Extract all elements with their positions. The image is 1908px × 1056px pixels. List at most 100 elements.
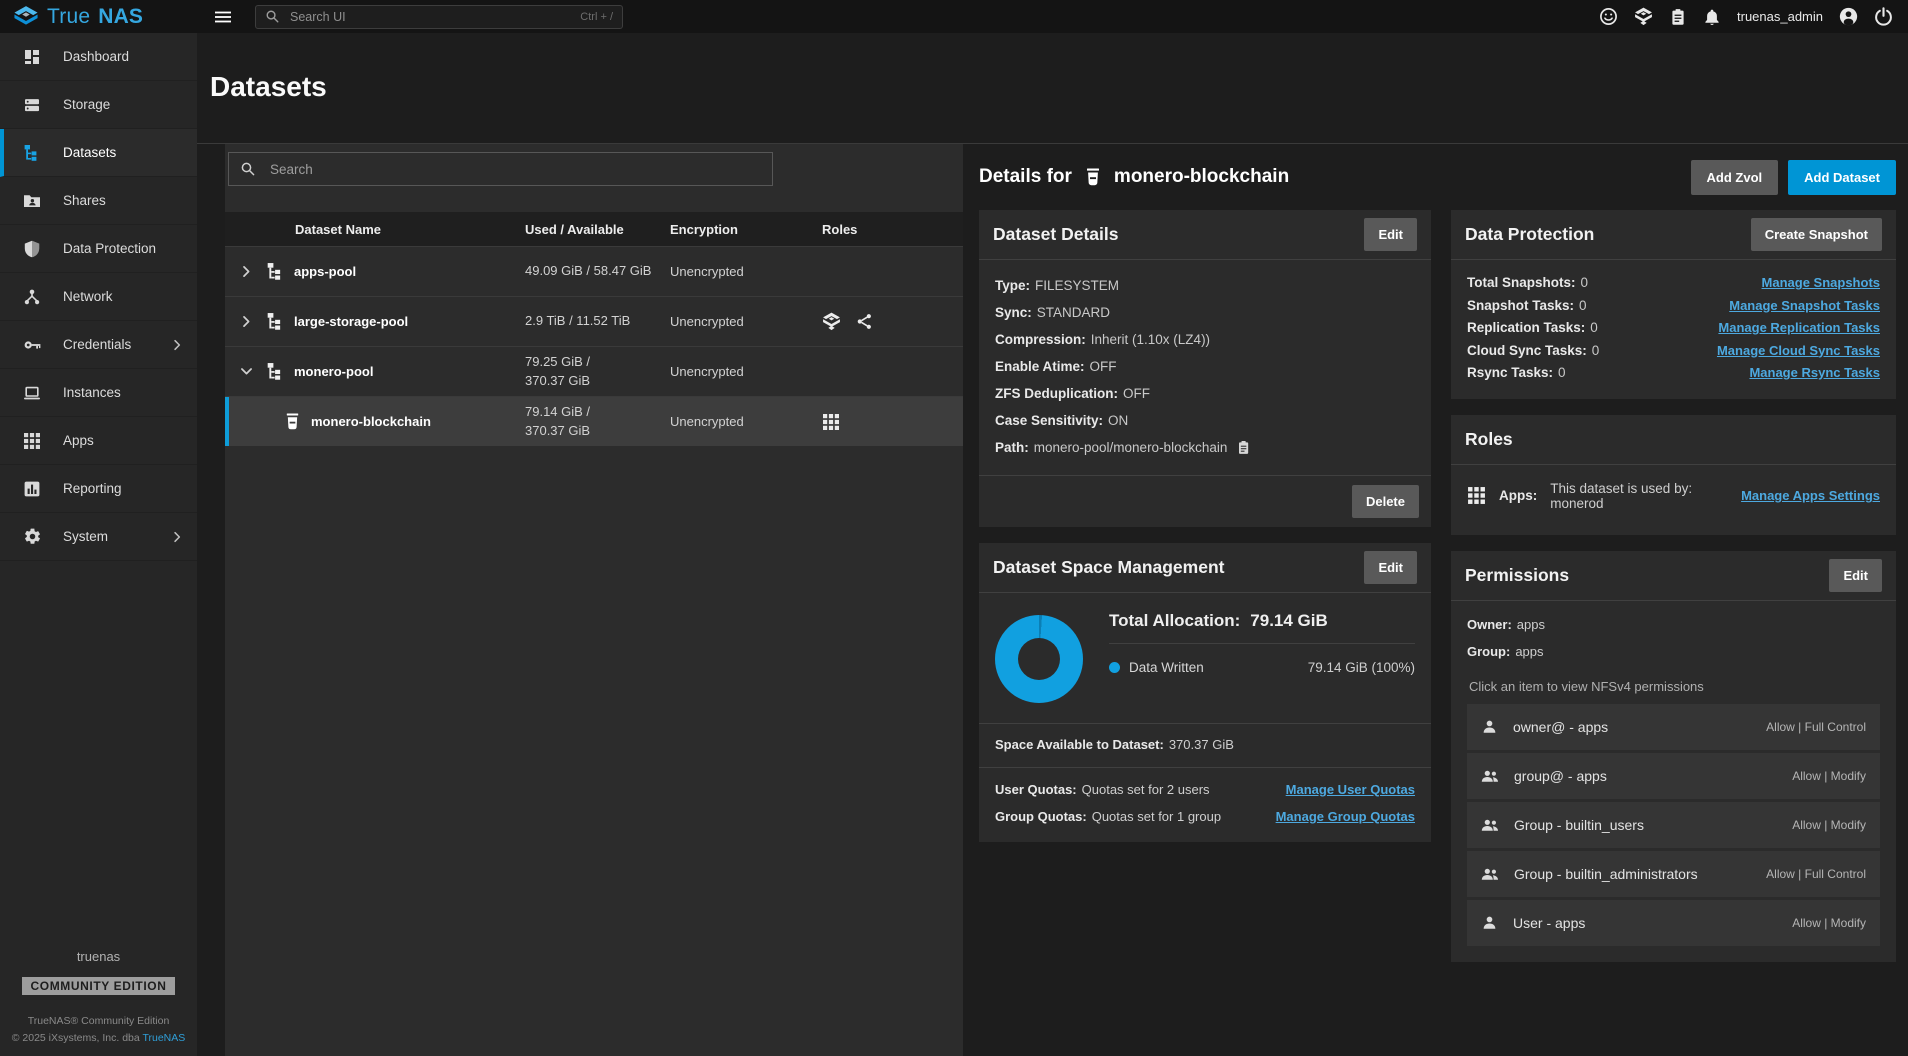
field-label: Sync:: [995, 299, 1032, 326]
owner-value: apps: [1517, 611, 1545, 638]
create-snapshot-button[interactable]: Create Snapshot: [1751, 218, 1882, 251]
network-icon: [22, 288, 42, 306]
apps-dots-role-icon: [822, 413, 840, 431]
field-value: OFF: [1123, 380, 1150, 407]
field-value: Inherit (1.10x (LZ4)): [1091, 326, 1210, 353]
sidebar-item-data-protection[interactable]: Data Protection: [0, 225, 197, 273]
sidebar-item-instances[interactable]: Instances: [0, 369, 197, 417]
notifications-bell-icon[interactable]: [1703, 8, 1721, 26]
sidebar-item-credentials[interactable]: Credentials: [0, 321, 197, 369]
manage-group-quotas-link[interactable]: Manage Group Quotas: [1276, 803, 1415, 830]
sidebar-item-datasets[interactable]: Datasets: [0, 129, 197, 177]
global-search-input[interactable]: [288, 9, 572, 25]
shares-folder-icon: [22, 192, 42, 210]
truenas-mark-icon[interactable]: [1634, 7, 1653, 26]
card-title: Permissions: [1465, 565, 1569, 586]
permission-item-owner[interactable]: owner@ - apps Allow | Full Control: [1467, 704, 1880, 750]
sidebar-item-label: Data Protection: [63, 241, 156, 256]
dp-value: 0: [1590, 317, 1598, 340]
bar-chart-icon: [22, 480, 42, 498]
brand-text-nas: NAS: [98, 5, 143, 29]
manage-user-quotas-link[interactable]: Manage User Quotas: [1286, 776, 1415, 803]
table-row-monero-blockchain[interactable]: monero-blockchain 79.14 GiB /370.37 GiB …: [225, 396, 963, 446]
add-zvol-button[interactable]: Add Zvol: [1691, 160, 1779, 195]
chevron-right-icon: [170, 338, 184, 352]
field-label: Path:: [995, 434, 1029, 461]
user-icon: [1481, 718, 1498, 735]
edit-space-button[interactable]: Edit: [1364, 551, 1417, 584]
field-label: Case Sensitivity:: [995, 407, 1103, 434]
group-value: apps: [1515, 638, 1543, 665]
sidebar-item-label: Credentials: [63, 337, 131, 352]
permission-item-user-apps[interactable]: User - apps Allow | Modify: [1467, 900, 1880, 946]
column-roles: Roles: [810, 222, 963, 237]
manage-cloud-sync-tasks-link[interactable]: Manage Cloud Sync Tasks: [1717, 340, 1880, 363]
delete-dataset-button[interactable]: Delete: [1352, 485, 1419, 518]
permission-item-builtin-administrators[interactable]: Group - builtin_administrators Allow | F…: [1467, 851, 1880, 897]
sidebar-item-system[interactable]: System: [0, 513, 197, 561]
data-written-label: Data Written: [1129, 660, 1204, 675]
manage-snapshots-link[interactable]: Manage Snapshots: [1762, 272, 1880, 295]
used-available-value: 79.25 GiB /: [525, 353, 670, 372]
dataset-bucket-icon: [283, 412, 302, 431]
copy-path-icon[interactable]: [1232, 440, 1251, 455]
dp-value: 0: [1581, 272, 1589, 295]
permissions-card: Permissions Edit Owner:apps Group:apps C…: [1451, 551, 1896, 962]
menu-toggle-icon[interactable]: [209, 4, 237, 30]
dataset-name: apps-pool: [294, 264, 356, 279]
dataset-tree-panel: Dataset Name Used / Available Encryption…: [225, 144, 963, 1056]
dp-label: Cloud Sync Tasks:: [1467, 340, 1587, 363]
permission-item-group-at[interactable]: group@ - apps Allow | Modify: [1467, 753, 1880, 799]
sidebar-item-label: Storage: [63, 97, 110, 112]
field-label: Compression:: [995, 326, 1086, 353]
shield-icon: [22, 240, 42, 258]
global-search: Ctrl + /: [255, 5, 623, 29]
collapse-chevron-down-icon[interactable]: [235, 364, 257, 379]
sidebar-item-label: Reporting: [63, 481, 122, 496]
roles-apps-text: This dataset is used by: monerod: [1550, 481, 1728, 511]
edit-dataset-details-button[interactable]: Edit: [1364, 218, 1417, 251]
dataset-table: Dataset Name Used / Available Encryption…: [225, 212, 963, 446]
card-title: Data Protection: [1465, 224, 1594, 245]
dataset-details-card: Dataset Details Edit Type:FILESYSTEM Syn…: [979, 210, 1431, 527]
manage-apps-settings-link[interactable]: Manage Apps Settings: [1741, 488, 1880, 503]
brand-text-true: True: [47, 5, 90, 29]
manage-replication-tasks-link[interactable]: Manage Replication Tasks: [1718, 317, 1880, 340]
dataset-search-input[interactable]: [268, 161, 761, 178]
column-encryption: Encryption: [670, 222, 810, 237]
expand-chevron-right-icon[interactable]: [235, 314, 257, 329]
user-quotas-value: Quotas set for 2 users: [1082, 776, 1210, 803]
permission-access: Allow | Modify: [1792, 818, 1866, 832]
sidebar-item-shares[interactable]: Shares: [0, 177, 197, 225]
feedback-smiley-icon[interactable]: [1599, 7, 1618, 26]
table-row-large-storage-pool[interactable]: large-storage-pool 2.9 TiB / 11.52 TiB U…: [225, 296, 963, 346]
table-row-apps-pool[interactable]: apps-pool 49.09 GiB / 58.47 GiB Unencryp…: [225, 246, 963, 296]
sidebar-item-label: Network: [63, 289, 113, 304]
user-avatar-icon[interactable]: [1839, 7, 1858, 26]
sidebar-item-apps[interactable]: Apps: [0, 417, 197, 465]
sidebar-item-label: Shares: [63, 193, 106, 208]
username-label: truenas_admin: [1737, 9, 1823, 24]
sidebar-item-reporting[interactable]: Reporting: [0, 465, 197, 513]
sidebar-item-dashboard[interactable]: Dashboard: [0, 33, 197, 81]
dp-value: 0: [1579, 295, 1587, 318]
datasets-tree-icon: [22, 144, 42, 162]
dp-label: Snapshot Tasks:: [1467, 295, 1574, 318]
manage-rsync-tasks-link[interactable]: Manage Rsync Tasks: [1749, 362, 1880, 385]
encryption-value: Unencrypted: [670, 264, 810, 279]
search-icon: [265, 9, 280, 24]
truenas-link[interactable]: TrueNAS: [142, 1032, 185, 1044]
power-icon[interactable]: [1874, 7, 1893, 26]
permission-item-builtin-users[interactable]: Group - builtin_users Allow | Modify: [1467, 802, 1880, 848]
edit-permissions-button[interactable]: Edit: [1829, 559, 1882, 592]
add-dataset-button[interactable]: Add Dataset: [1788, 160, 1896, 195]
sidebar-item-storage[interactable]: Storage: [0, 81, 197, 129]
expand-chevron-right-icon[interactable]: [235, 264, 257, 279]
field-label: ZFS Deduplication:: [995, 380, 1118, 407]
apps-dots-icon: [1467, 486, 1486, 505]
jobs-clipboard-icon[interactable]: [1669, 8, 1687, 26]
table-row-monero-pool[interactable]: monero-pool 79.25 GiB /370.37 GiB Unencr…: [225, 346, 963, 396]
manage-snapshot-tasks-link[interactable]: Manage Snapshot Tasks: [1729, 295, 1880, 318]
sidebar-item-network[interactable]: Network: [0, 273, 197, 321]
card-title: Dataset Details: [993, 224, 1118, 245]
